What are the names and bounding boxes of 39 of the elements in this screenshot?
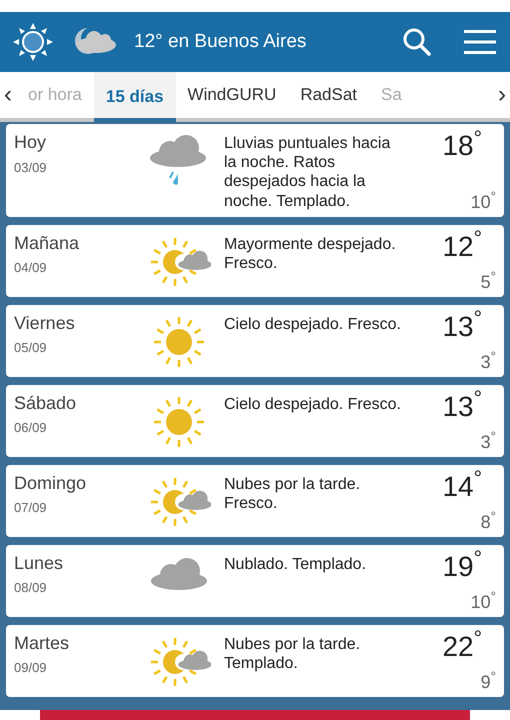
day-name: Viernes — [14, 312, 76, 334]
tab[interactable]: 15 días — [94, 72, 176, 122]
max-temperature: 22$^{°}$ — [442, 632, 482, 661]
day-name: Hoy — [14, 132, 48, 154]
tab[interactable]: RadSat — [288, 72, 370, 118]
day-name: Sábado — [14, 392, 78, 414]
header-title: 12° en Buenos Aires — [134, 30, 308, 54]
forecast-summary: Mayormente despejado. Fresco. — [224, 234, 397, 274]
forecast-summary: Cielo despejado. Fresco. — [224, 314, 402, 335]
forecast-summary: Cielo despejado. Fresco. — [224, 394, 402, 415]
day-name: Domingo — [14, 472, 88, 494]
day-date: 08/09 — [14, 579, 48, 598]
day-date: 03/09 — [14, 158, 48, 177]
min-temperature: 3$^{°}$ — [480, 352, 496, 371]
forecast-summary: Nublado. Templado. — [224, 554, 368, 575]
tab[interactable]: WindGURU — [176, 72, 288, 118]
max-temperature: 13$^{°}$ — [442, 312, 482, 341]
day-date: 06/09 — [14, 419, 48, 438]
min-temperature: 9$^{°}$ — [480, 672, 496, 691]
min-temperature: 3$^{°}$ — [480, 432, 496, 451]
max-temperature: 19$^{°}$ — [442, 552, 482, 581]
max-temperature: 18$^{°}$ — [442, 132, 482, 160]
day-name: Lunes — [14, 552, 64, 574]
forecast-summary: Nubes por la tarde. Templado. — [224, 634, 362, 674]
forecast-summary: Lluvias puntuales hacia la noche. Ratos despejados hacia la noche. Templado. — [224, 134, 392, 211]
min-temperature: 5$^{°}$ — [480, 272, 496, 291]
day-date: 09/09 — [14, 659, 48, 678]
day-date: 07/09 — [14, 499, 48, 518]
day-name: Martes — [14, 632, 70, 654]
forecast-summary: Nubes por la tarde. Fresco. — [224, 474, 362, 514]
min-temperature: 8$^{°}$ — [480, 512, 496, 531]
day-name: Mañana — [14, 232, 80, 254]
max-temperature: 14$^{°}$ — [442, 472, 482, 501]
max-temperature: 12$^{°}$ — [442, 232, 482, 261]
min-temperature: 10$^{°}$ — [470, 192, 496, 211]
day-date: 04/09 — [14, 259, 48, 278]
day-date: 05/09 — [14, 339, 48, 358]
min-temperature: 10$^{°}$ — [470, 592, 496, 611]
max-temperature: 13$^{°}$ — [442, 392, 482, 421]
